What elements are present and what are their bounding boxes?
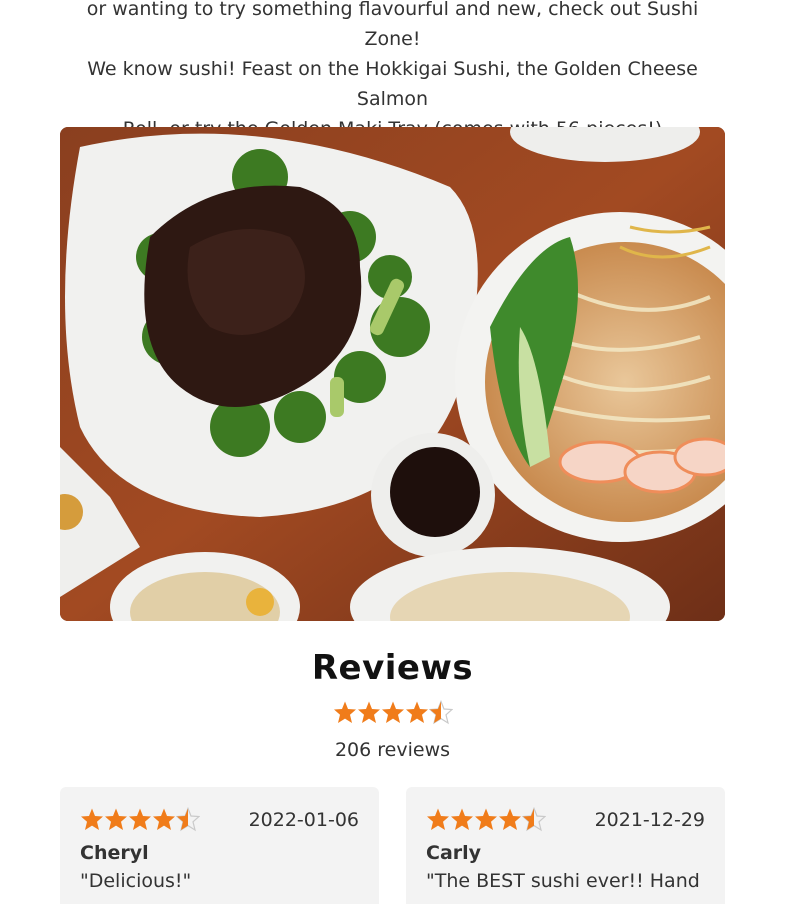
review-count[interactable]: 206 reviews	[0, 739, 785, 761]
star-icon	[128, 807, 152, 833]
intro-line: We know sushi! Feast on the Hokkigai Sus…	[87, 58, 698, 110]
review-rating-stars	[426, 807, 546, 833]
star-icon	[405, 700, 429, 726]
review-text: "Delicious!"	[80, 870, 192, 892]
star-icon	[426, 807, 450, 833]
star-icon	[80, 807, 104, 833]
review-date: 2022-01-06	[248, 809, 359, 831]
star-icon	[104, 807, 128, 833]
intro-paragraph: or wanting to try something flavourful a…	[60, 0, 725, 144]
star-icon	[450, 807, 474, 833]
star-icon	[522, 807, 546, 833]
review-text: "The BEST sushi ever!! Hand	[426, 870, 700, 892]
reviewer-name: Carly	[426, 842, 482, 864]
review-card[interactable]: 2022-01-06 Cheryl "Delicious!"	[60, 787, 379, 904]
star-icon	[357, 700, 381, 726]
star-icon	[428, 700, 453, 726]
review-card[interactable]: 2021-12-29 Carly "The BEST sushi ever!! …	[406, 787, 725, 904]
review-rating-stars	[80, 807, 200, 833]
average-rating-stars	[0, 700, 785, 726]
food-photo-icon	[60, 127, 725, 621]
star-icon	[152, 807, 176, 833]
star-icon	[381, 700, 405, 726]
star-icon	[333, 700, 357, 726]
food-photo	[60, 127, 725, 621]
reviews-heading: Reviews	[311, 648, 474, 688]
intro-line: or wanting to try something flavourful a…	[86, 0, 699, 50]
star-icon	[498, 807, 522, 833]
star-icon	[176, 807, 200, 833]
reviewer-name: Cheryl	[80, 842, 149, 864]
star-icon	[474, 807, 498, 833]
review-date: 2021-12-29	[594, 809, 705, 831]
